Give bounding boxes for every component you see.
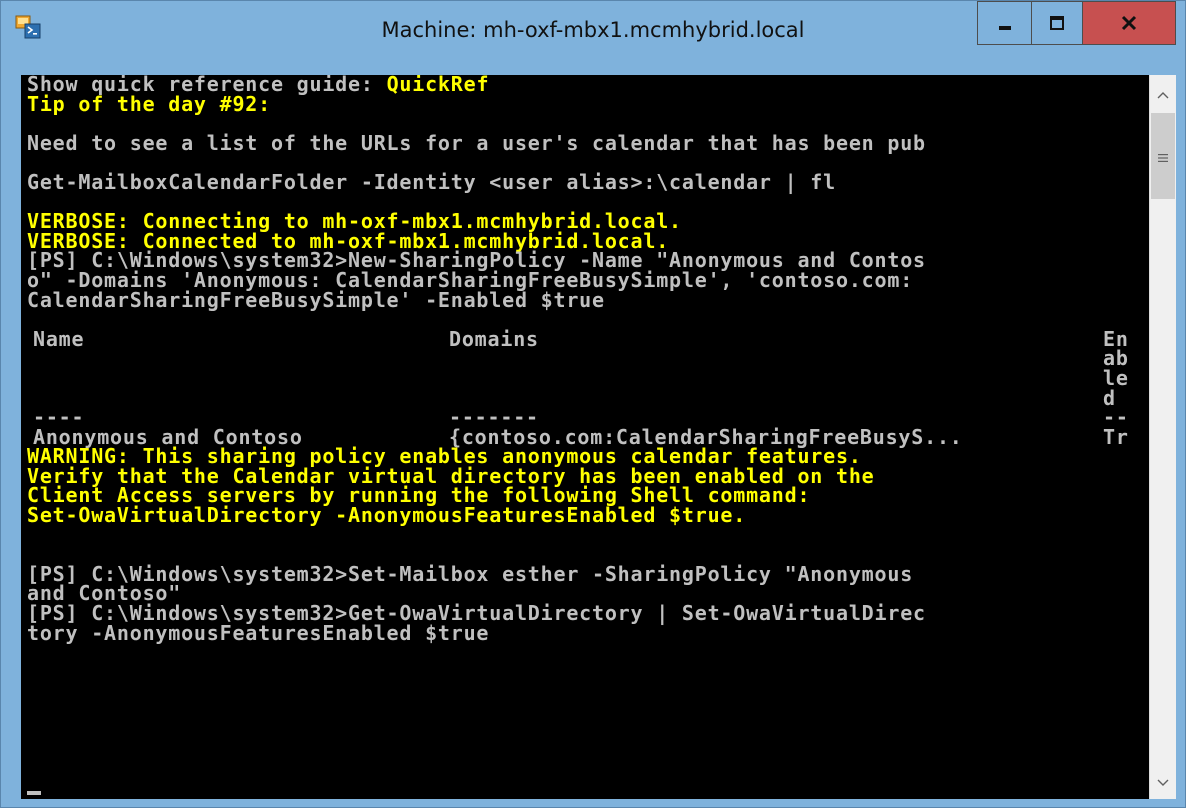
table-row: Anonymous and Contoso {contoso.com:Calend… bbox=[27, 424, 1149, 449]
table-row: d bbox=[27, 388, 1149, 409]
vertical-scrollbar[interactable] bbox=[1149, 75, 1176, 799]
close-icon bbox=[1120, 14, 1138, 32]
table-cell: Tr bbox=[1103, 424, 1129, 449]
console-text: Show quick reference guide: QuickRef Tip … bbox=[27, 75, 1149, 643]
table-cell: Anonymous and Contoso bbox=[33, 424, 303, 449]
console-line: Tip of the day #92: bbox=[27, 91, 1149, 116]
minimize-button[interactable] bbox=[977, 1, 1031, 45]
console-text-segment: Need to see a list of the URLs for a use… bbox=[27, 130, 926, 155]
console-output[interactable]: Show quick reference guide: QuickRef Tip … bbox=[21, 75, 1149, 799]
console-line: [PS] C:\Windows\system32>Set-Mailbox est… bbox=[27, 564, 1149, 585]
console-text-segment: CalendarSharingFreeBusySimple' -Enabled … bbox=[27, 287, 605, 312]
title-bar[interactable]: Machine: mh-oxf-mbx1.mcmhybrid.local bbox=[1, 1, 1185, 59]
console-text-segment: tory -AnonymousFeaturesEnabled $true bbox=[27, 620, 490, 645]
console-text-segment: Set-OwaVirtualDirectory -AnonymousFeatur… bbox=[27, 503, 747, 528]
scroll-up-button[interactable] bbox=[1150, 75, 1176, 111]
close-button[interactable] bbox=[1082, 1, 1176, 45]
grip-icon bbox=[1158, 147, 1168, 166]
console-line: Need to see a list of the URLs for a use… bbox=[27, 130, 1149, 155]
table-row: le bbox=[27, 368, 1149, 389]
maximize-button[interactable] bbox=[1031, 1, 1082, 45]
console-line: Get-MailboxCalendarFolder -Identity <use… bbox=[27, 169, 1149, 194]
table-cell: Domains bbox=[449, 326, 539, 351]
minimize-icon bbox=[997, 15, 1013, 31]
chevron-up-icon bbox=[1157, 84, 1169, 103]
table-row: Name Domains En bbox=[27, 326, 1149, 351]
console-line: Set-OwaVirtualDirectory -AnonymousFeatur… bbox=[27, 503, 1149, 528]
table-cell: Name bbox=[33, 326, 85, 351]
console-text-segment: Get-MailboxCalendarFolder -Identity <use… bbox=[27, 169, 836, 194]
chevron-down-icon bbox=[1157, 772, 1169, 791]
table-cell: {contoso.com:CalendarSharingFreeBusyS... bbox=[449, 424, 963, 449]
console-line: CalendarSharingFreeBusySimple' -Enabled … bbox=[27, 287, 1149, 312]
console-text-segment: Tip of the day #92: bbox=[27, 91, 271, 116]
console-line: tory -AnonymousFeaturesEnabled $true bbox=[27, 620, 1149, 645]
table-row: ab bbox=[27, 349, 1149, 369]
scroll-thumb[interactable] bbox=[1151, 113, 1175, 199]
text-cursor bbox=[27, 791, 41, 795]
scroll-down-button[interactable] bbox=[1150, 763, 1176, 799]
console-window: Machine: mh-oxf-mbx1.mcmhybrid.local Sho… bbox=[0, 0, 1186, 808]
console-text-segment: QuickRef bbox=[386, 75, 490, 96]
maximize-icon bbox=[1049, 15, 1065, 31]
